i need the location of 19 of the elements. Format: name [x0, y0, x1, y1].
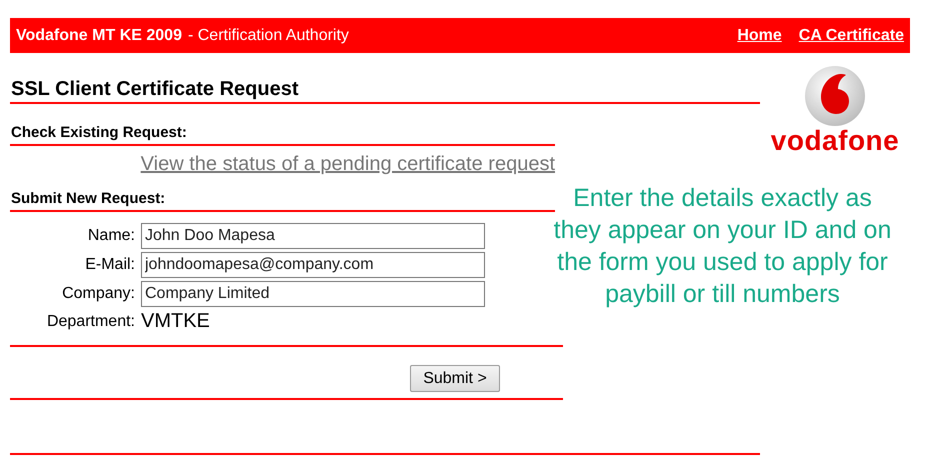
- status-link[interactable]: View the status of a pending certificate request: [140, 153, 555, 176]
- section-heading: Check Existing Request:: [10, 124, 188, 142]
- field-value: VMTKE: [141, 310, 211, 333]
- section-heading: Submit New Request:: [10, 190, 166, 208]
- nav-link[interactable]: CA Certificate: [798, 26, 904, 44]
- instruction-note: Enter the details exactly as they appear on your ID and on the form you used to apply for paybill or till numbers: [552, 183, 892, 310]
- speech-mark-logo-icon: [804, 65, 866, 127]
- field-label: Name:: [86, 227, 135, 245]
- field-label: E-Mail:: [84, 256, 135, 274]
- nav-link[interactable]: Home: [737, 26, 782, 44]
- text-field[interactable]: John Doo Mapesa: [141, 223, 485, 249]
- text-field[interactable]: Company Limited: [141, 281, 485, 307]
- logo-wordmark: vodafone: [770, 127, 900, 155]
- field-label: Company:: [61, 285, 135, 303]
- brand-name: Vodafone MT KE 2009: [16, 26, 182, 44]
- field-label: Department:: [46, 312, 135, 330]
- submit-button[interactable]: Submit >: [410, 365, 500, 392]
- page-title: SSL Client Certificate Request: [10, 77, 300, 101]
- header-subtitle: - Certification Authority: [188, 26, 349, 44]
